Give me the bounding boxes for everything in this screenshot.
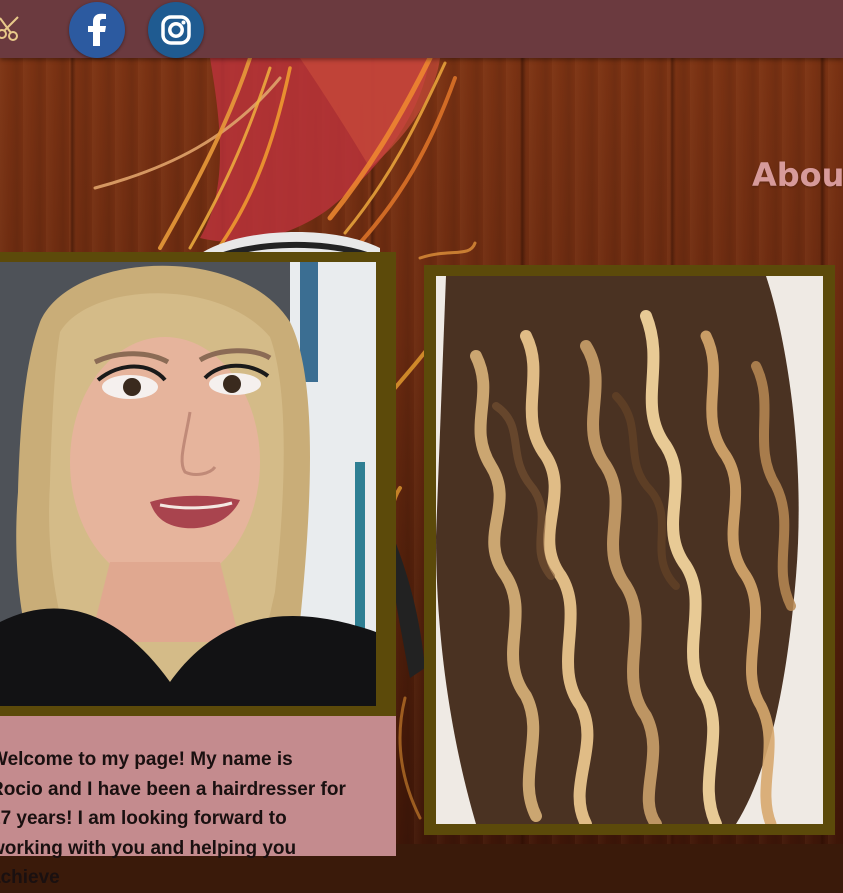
instagram-link[interactable] <box>148 2 204 58</box>
instagram-icon <box>161 15 191 45</box>
intro-panel: Welcome to my page! My name is Rocio and… <box>0 716 396 888</box>
header-bar <box>0 0 843 58</box>
facebook-icon <box>88 13 106 46</box>
curly-hair-photo <box>436 276 823 824</box>
portrait-frame <box>0 252 396 716</box>
intro-text: Welcome to my page! My name is Rocio and… <box>0 749 346 888</box>
scissors-icon[interactable] <box>0 14 22 42</box>
about-heading: Abou <box>752 156 843 194</box>
facebook-link[interactable] <box>69 2 125 58</box>
portrait-photo <box>0 262 376 706</box>
hair-style-frame <box>424 265 835 835</box>
